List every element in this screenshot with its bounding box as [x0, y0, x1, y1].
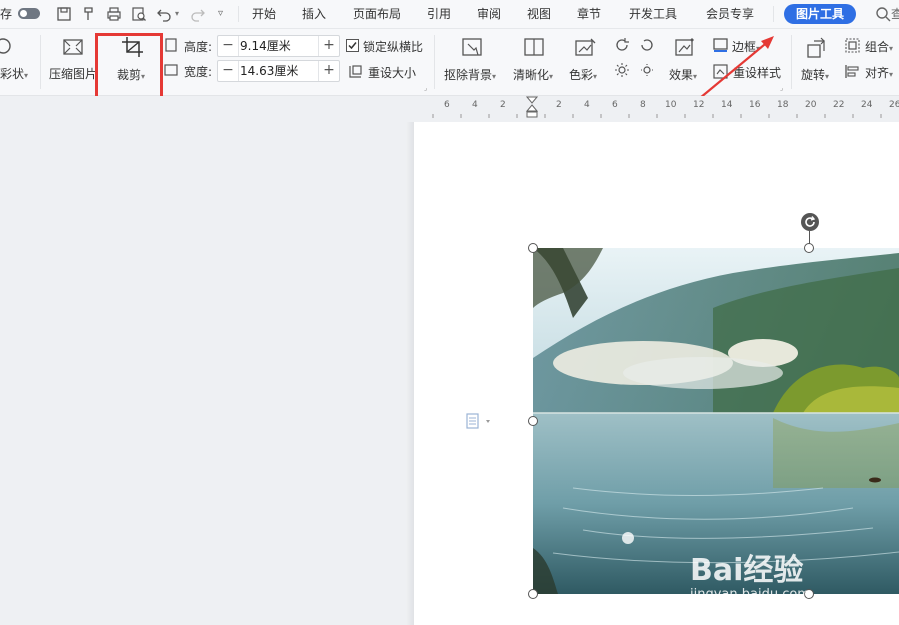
color-icon[interactable]: [573, 37, 597, 59]
tab-picture-tools[interactable]: 图片工具: [784, 4, 857, 24]
width-icon: [164, 64, 178, 76]
menu-references[interactable]: 引用: [427, 0, 451, 28]
group-icon[interactable]: [845, 38, 860, 53]
indent-marker-icon[interactable]: [526, 96, 538, 118]
menu-page-layout[interactable]: 页面布局: [353, 0, 401, 28]
print-preview-icon[interactable]: [131, 6, 147, 22]
ruler-tick: 8: [640, 100, 646, 110]
crop-highlight-box: [95, 33, 163, 103]
print-icon[interactable]: [106, 6, 122, 22]
reset-size-button[interactable]: 重设大小: [368, 64, 416, 81]
format-painter-icon[interactable]: [81, 6, 97, 22]
width-label: 宽度:: [184, 65, 213, 79]
height-stepper[interactable]: − 9.14厘米 +: [217, 35, 340, 57]
shape-icon[interactable]: [0, 37, 12, 55]
ruler-tick: 4: [472, 100, 478, 110]
save-icon[interactable]: [56, 6, 72, 22]
ruler-tick: 4: [584, 100, 590, 110]
resize-handle-middle-left[interactable]: [528, 416, 538, 426]
align-icon[interactable]: [845, 64, 860, 79]
undo-icon[interactable]: [156, 6, 172, 22]
search-icon[interactable]: [875, 6, 891, 22]
autosave-toggle[interactable]: [18, 8, 40, 19]
ruler-tick: 16: [749, 100, 761, 110]
rotate-handle-stem: [809, 231, 810, 244]
rotate-ccw-adjust-icon[interactable]: [614, 37, 630, 53]
menu-view[interactable]: 视图: [527, 0, 551, 28]
horizontal-ruler: 6 4 2 2 4 6 8 10 12 14 16 18 20 22 24 26: [0, 96, 899, 120]
lake-landscape-image: [533, 248, 899, 594]
ruler-tick: 18: [777, 100, 789, 110]
menu-review[interactable]: 审阅: [477, 0, 501, 28]
ruler-tick: 2: [500, 100, 506, 110]
lock-ratio-checkbox[interactable]: [346, 39, 359, 52]
menu-developer-tools[interactable]: 开发工具: [629, 0, 677, 28]
width-input[interactable]: 14.63厘米: [240, 61, 298, 81]
clarity-icon[interactable]: [522, 37, 546, 59]
page-shadow: [406, 122, 414, 625]
ruler-tick: 24: [861, 100, 873, 110]
layout-options-icon[interactable]: [466, 413, 494, 429]
rotate-handle-icon[interactable]: [800, 212, 820, 232]
reset-size-icon[interactable]: [348, 64, 363, 79]
rotate-cw-adjust-icon[interactable]: [639, 37, 655, 53]
remove-background-button[interactable]: 抠除背景▾: [444, 66, 496, 83]
undo-dropdown-icon[interactable]: ▾: [175, 0, 179, 28]
resize-handle-bottom-left[interactable]: [528, 589, 538, 599]
compress-picture-icon[interactable]: [61, 37, 85, 57]
color-button[interactable]: 色彩▾: [569, 66, 597, 83]
ruler-tick: 6: [444, 100, 450, 110]
menu-member[interactable]: 会员专享: [706, 0, 754, 28]
baidu-watermark-url: jingyan.baidu.com: [690, 587, 810, 602]
width-increase-button[interactable]: +: [318, 61, 339, 81]
red-arrow-annotation: [699, 36, 774, 99]
rotate-button[interactable]: 旋转▾: [801, 66, 829, 83]
align-button[interactable]: 对齐▾: [865, 64, 893, 81]
redo-icon[interactable]: [190, 6, 206, 22]
shape-label[interactable]: 彩状▾: [0, 65, 28, 82]
save-label-partial: 存: [0, 7, 13, 21]
ruler-tick: 22: [833, 100, 845, 110]
ruler-tick: 20: [805, 100, 817, 110]
resize-handle-top-left[interactable]: [528, 243, 538, 253]
height-label: 高度:: [184, 40, 213, 54]
ruler-tick: 2: [556, 100, 562, 110]
customize-quickbar-icon[interactable]: ▿: [218, 0, 223, 28]
brightness-up-icon[interactable]: [614, 62, 630, 78]
clarity-button[interactable]: 清晰化▾: [513, 66, 553, 83]
search-text-partial[interactable]: 查: [891, 0, 899, 28]
width-decrease-button[interactable]: −: [218, 61, 239, 81]
height-input[interactable]: 9.14厘米: [240, 36, 291, 56]
menu-insert[interactable]: 插入: [302, 0, 326, 28]
ruler-tick: 14: [721, 100, 733, 110]
width-stepper[interactable]: − 14.63厘米 +: [217, 60, 340, 82]
height-icon: [165, 38, 177, 52]
height-decrease-button[interactable]: −: [218, 36, 239, 56]
group-button[interactable]: 组合▾: [865, 38, 893, 55]
baidu-watermark: Bai经验: [690, 553, 804, 588]
ruler-tick: 6: [612, 100, 618, 110]
ruler-tick: 10: [665, 100, 677, 110]
menu-home[interactable]: 开始: [252, 0, 276, 28]
rotate-icon[interactable]: [804, 37, 828, 59]
brightness-down-icon[interactable]: [639, 62, 655, 78]
ruler-tick: 12: [693, 100, 705, 110]
size-dialog-launcher-icon[interactable]: ⌟: [424, 84, 427, 92]
lock-ratio-label[interactable]: 锁定纵横比: [363, 38, 423, 55]
menu-chapter[interactable]: 章节: [577, 0, 601, 28]
height-increase-button[interactable]: +: [318, 36, 339, 56]
inserted-picture[interactable]: [533, 248, 899, 594]
compress-picture-label[interactable]: 压缩图片: [49, 65, 97, 82]
resize-handle-top-middle[interactable]: [804, 243, 814, 253]
top-menu-bar: 存 ▾ ▿ 开始 插入 页面布局 引用 审阅 视图 章节 开发工具 会员专享 图…: [0, 0, 899, 29]
remove-background-icon[interactable]: [460, 37, 484, 59]
ruler-tick: 26: [889, 100, 899, 110]
